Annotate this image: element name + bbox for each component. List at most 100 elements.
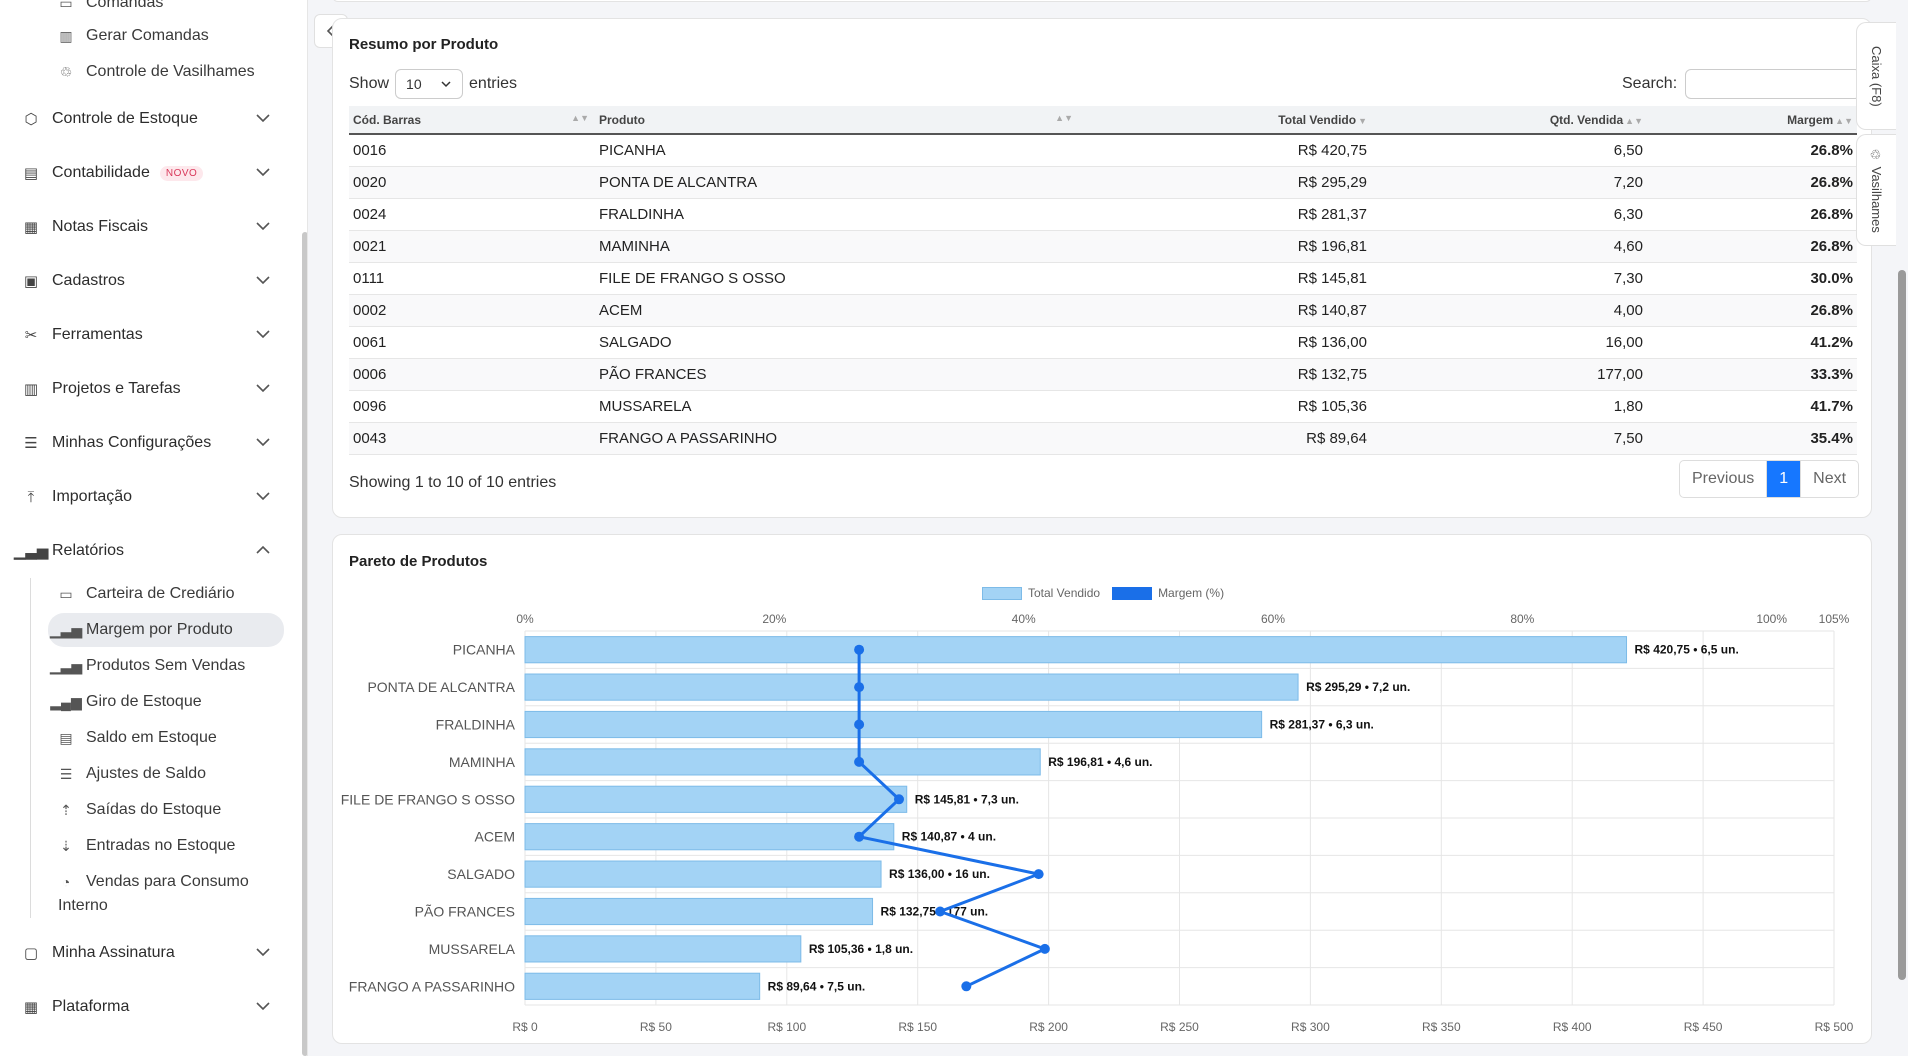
bar-chart-icon: ▁▃▅ [13,543,49,560]
sort-desc-icon: ▼ [1358,115,1367,126]
search-input[interactable] [1685,69,1862,99]
sidebar-item-gerar-comandas[interactable]: ▥ Gerar Comandas [58,21,209,51]
top-card [332,0,1872,2]
menu-relatorios[interactable]: ▁▃▅ Relatórios [13,531,278,571]
cell-margin: 41.2% [1647,326,1857,359]
table-row[interactable]: 0002 ACEM R$ 140,87 4,00 26.8% [349,294,1857,327]
column-header-product[interactable]: Produto ▲▼ [595,106,1079,135]
cell-barcode: 0111 [349,262,595,295]
sidebar-item-margem-produto[interactable]: ▁▃▅ Margem por Produto [48,613,284,647]
cell-margin: 41.7% [1647,390,1857,423]
box-icon: ⬡ [24,111,38,128]
bag-icon: ◔ [61,874,71,890]
pareto-title: Pareto de Produtos [349,553,488,570]
bar-chart-filled-icon: ▂▄▆ [50,693,82,710]
cell-qty-sold: 7,20 [1371,166,1647,199]
cell-product: PICANHA [595,134,1079,167]
chevron-up-icon [254,541,272,559]
menu-label: Projetos e Tarefas [52,380,181,397]
sidebar-item-label: Ajustes de Saldo [86,765,207,782]
cell-qty-sold: 1,80 [1371,390,1647,423]
table-row[interactable]: 0096 MUSSARELA R$ 105,36 1,80 41.7% [349,390,1857,423]
menu-projetos-tarefas[interactable]: ▥ Projetos e Tarefas [22,369,278,409]
pagination: Previous 1 Next [1679,460,1860,498]
table-row[interactable]: 0061 SALGADO R$ 136,00 16,00 41.2% [349,326,1857,359]
sidebar-item-entradas-estoque[interactable]: ⇣ Entradas no Estoque [58,831,235,861]
cell-total-sold: R$ 132,75 [1079,358,1371,391]
table-row[interactable]: 0043 FRANGO A PASSARINHO R$ 89,64 7,50 35.4% [349,422,1857,455]
cell-margin: 26.8% [1647,230,1857,263]
sidebar-item-carteira-crediario[interactable]: ▭ Carteira de Crediário [58,579,235,609]
legend-swatch-total[interactable] [982,586,1022,600]
menu-controle-estoque[interactable]: ⬡ Controle de Estoque [22,99,278,139]
column-header-total-sold[interactable]: Total Vendido ▼ [1079,106,1371,135]
sidebar-item-label: Margem por Produto [86,621,233,638]
column-header-margin[interactable]: Margem ▲▼ [1647,106,1857,135]
cell-qty-sold: 7,30 [1371,262,1647,295]
cell-total-sold: R$ 420,75 [1079,134,1371,167]
caixa-tab[interactable]: Caixa (F8) [1856,22,1896,130]
sidebar-item-label: Gerar Comandas [86,27,209,44]
menu-ferramentas[interactable]: ✂ Ferramentas [22,315,278,355]
cell-total-sold: R$ 281,37 [1079,198,1371,231]
table-row[interactable]: 0006 PÃO FRANCES R$ 132,75 177,00 33.3% [349,358,1857,391]
page-scrollbar[interactable] [1898,270,1906,980]
sidebar-item-giro-estoque[interactable]: ▂▄▆ Giro de Estoque [50,687,201,717]
new-badge: NOVO [159,165,204,181]
card-list-icon: ▤ [59,729,73,746]
menu-label: Relatórios [52,542,125,559]
page-length-select[interactable]: 10 [395,69,464,99]
sidebar-item-produtos-sem-vendas[interactable]: ▁▃▅ Produtos Sem Vendas [50,651,245,681]
caixa-tab-label: Caixa (F8) [1869,45,1884,107]
previous-page-button[interactable]: Previous [1680,461,1768,497]
chevron-down-icon [254,109,272,127]
menu-cadastros[interactable]: ▣ Cadastros [22,261,278,301]
sidebar-item-label: Controle de Vasilhames [86,63,255,80]
menu-label: Importação [52,488,133,505]
sidebar-item-saldo-estoque[interactable]: ▤ Saldo em Estoque [58,723,217,753]
table-row[interactable]: 0024 FRALDINHA R$ 281,37 6,30 26.8% [349,198,1857,231]
table-row[interactable]: 0111 FILE DE FRANGO S OSSO R$ 145,81 7,30 30… [349,262,1857,295]
column-header-barcode[interactable]: Cód. Barras ▲▼ [349,106,595,135]
menu-contabilidade[interactable]: ▤ Contabilidade NOVO [22,153,278,193]
column-header-qty-sold[interactable]: Qtd. Vendida ▲▼ [1371,106,1647,135]
next-page-button[interactable]: Next [1801,461,1858,497]
entries-label: entries [469,75,518,92]
cell-qty-sold: 7,50 [1371,422,1647,455]
cell-barcode: 0016 [349,134,595,167]
cell-total-sold: R$ 196,81 [1079,230,1371,263]
sidebar-item-comandas[interactable]: ▭ Comandas [58,0,163,18]
bar-chart-icon: ▁▃▅ [49,621,83,638]
menu-notas-fiscais[interactable]: ▦ Notas Fiscais [22,207,278,247]
cell-margin: 26.8% [1647,294,1857,327]
submenu-divider [30,578,31,918]
sidebar-item-label: Saldo em Estoque [86,729,217,746]
cell-total-sold: R$ 105,36 [1079,390,1371,423]
wallet-icon: ▭ [59,585,73,602]
cell-qty-sold: 177,00 [1371,358,1647,391]
legend-swatch-margin[interactable] [1112,586,1153,600]
cell-product: PONTA DE ALCANTRA [595,166,1079,199]
table-row[interactable]: 0016 PICANHA R$ 420,75 6,50 26.8% [349,134,1857,167]
sliders-icon: ☰ [24,435,38,452]
table-row[interactable]: 0021 MAMINHA R$ 196,81 4,60 26.8% [349,230,1857,263]
sidebar-item-ajustes-saldo[interactable]: ☰ Ajustes de Saldo [58,759,206,789]
form-icon: ▣ [23,273,39,290]
sidebar-item-saidas-estoque[interactable]: ⇡ Saídas do Estoque [58,795,221,825]
menu-plataforma[interactable]: ▦ Plataforma [22,987,278,1027]
menu-minhas-configuracoes[interactable]: ☰ Minhas Configurações [22,423,278,463]
grid-icon: ▦ [23,999,39,1016]
table-row[interactable]: 0020 PONTA DE ALCANTRA R$ 295,29 7,20 26.8% [349,166,1857,199]
cell-barcode: 0024 [349,198,595,231]
pareto-card [332,534,1872,1044]
cell-margin: 30.0% [1647,262,1857,295]
chevron-down-icon [254,997,272,1015]
sidebar-item-label: Carteira de Crediário [86,585,235,602]
sidebar-item-controle-vasilhames[interactable]: ♲ Controle de Vasilhames [58,57,255,87]
sidebar-scrollbar[interactable] [302,232,307,1056]
menu-importacao[interactable]: ⤒ Importação [22,477,278,517]
page-1-button[interactable]: 1 [1767,461,1802,497]
vasilhames-tab[interactable]: ♲ Vasilhames [1856,134,1896,246]
sidebar: ▭ Comandas ▥ Gerar Comandas ♲ Controle d… [0,0,308,1056]
menu-minha-assinatura[interactable]: ▢ Minha Assinatura [22,933,278,973]
